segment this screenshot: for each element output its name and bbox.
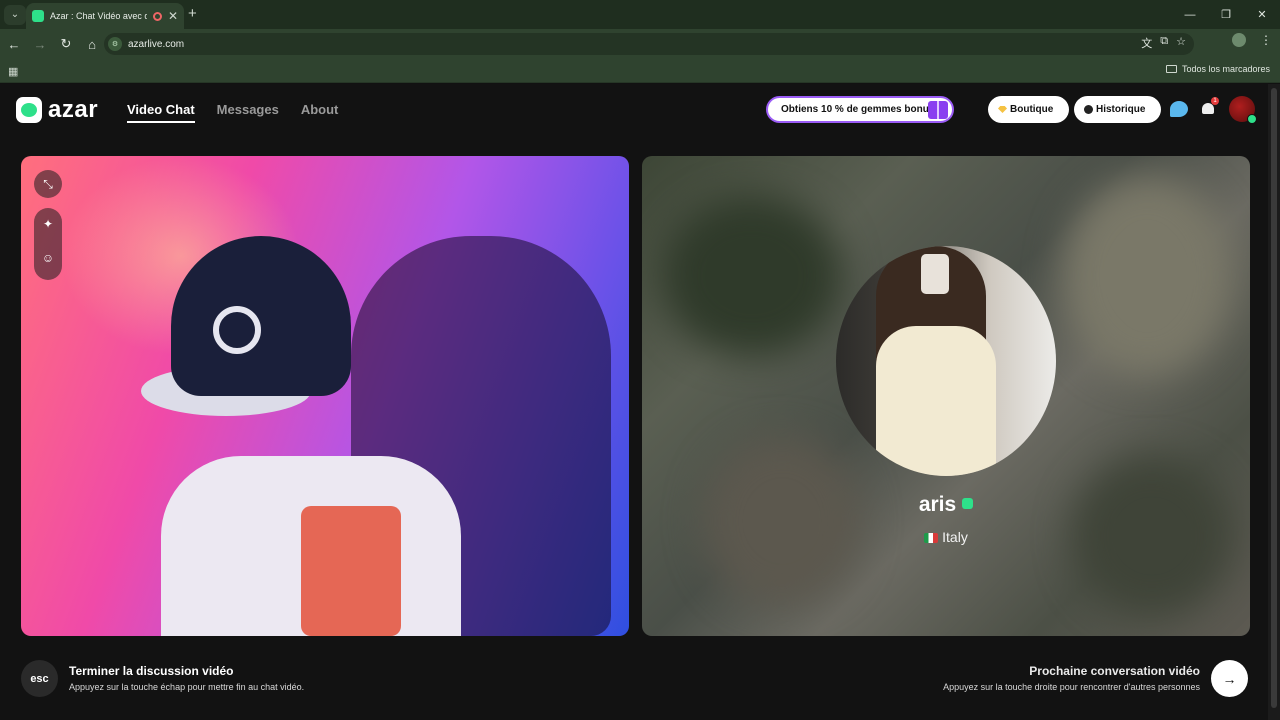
- end-chat-title: Terminer la discussion vidéo: [69, 664, 234, 678]
- azar-page: azar Video Chat Messages About Obtiens 1…: [0, 84, 1268, 720]
- browser-toolbar: ← → ↻ ⌂ ⚙ azarlive.com 文 ⧉ ☆: [0, 29, 1280, 59]
- clock-icon: [1084, 105, 1093, 114]
- menu-icon[interactable]: ⋮: [1260, 33, 1272, 47]
- forward-icon[interactable]: →: [28, 32, 52, 56]
- folder-icon: [1165, 65, 1177, 73]
- home-icon[interactable]: ⌂: [80, 32, 104, 56]
- end-chat-button[interactable]: esc: [21, 660, 58, 697]
- bonus-gems-label: Obtiens 10 % de gemmes bonus !: [781, 104, 941, 115]
- tab-title: Azar : Chat Vidéo avec de n: [50, 11, 147, 21]
- effects-group: ✦ ☺: [34, 208, 62, 280]
- close-tab-icon[interactable]: ✕: [168, 9, 178, 23]
- sticker-icon[interactable]: ☺: [34, 244, 62, 272]
- profile-icon[interactable]: [1232, 33, 1246, 47]
- notification-badge: 1: [1211, 97, 1219, 105]
- peer-name-text: aris: [918, 493, 957, 516]
- bookmark-star-icon[interactable]: ☆: [1176, 35, 1186, 51]
- historique-button[interactable]: Historique: [1074, 96, 1161, 123]
- all-bookmarks-label: Todos los marcadores: [1181, 64, 1270, 74]
- bell-icon[interactable]: 1: [1201, 97, 1219, 117]
- restore-window-button[interactable]: ❐: [1208, 0, 1244, 29]
- page-scrollbar[interactable]: [1268, 84, 1280, 720]
- azar-logo-icon: [16, 97, 42, 123]
- new-tab-icon[interactable]: +: [188, 5, 197, 22]
- url-text: azarlive.com: [128, 38, 185, 50]
- my-camera-feed: [141, 236, 461, 636]
- address-bar[interactable]: ⚙ azarlive.com 文 ⧉ ☆: [104, 33, 1194, 55]
- nav-about[interactable]: About: [301, 102, 339, 123]
- gift-icon: [928, 101, 948, 119]
- next-chat-title: Prochaine conversation vidéo: [1029, 664, 1200, 678]
- back-icon[interactable]: ←: [2, 32, 26, 56]
- next-arrow-icon: →: [1222, 670, 1237, 687]
- peer-name: aris: [642, 493, 1250, 517]
- bonus-gems-button[interactable]: Obtiens 10 % de gemmes bonus !: [766, 96, 954, 123]
- boutique-button[interactable]: Boutique: [988, 96, 1069, 123]
- tab-list-icon[interactable]: ⌄: [4, 4, 26, 25]
- peer-video-panel: aris Italy: [642, 156, 1250, 636]
- minimize-window-button[interactable]: —: [1172, 0, 1208, 29]
- azar-favicon-icon: [32, 10, 44, 22]
- site-info-icon[interactable]: ⚙: [108, 37, 122, 51]
- logo-text: azar: [48, 96, 99, 123]
- next-chat-button[interactable]: →: [1211, 660, 1248, 697]
- video-tools: ⤡ ✦ ☺: [34, 170, 62, 280]
- chat-icon[interactable]: [1170, 101, 1188, 117]
- azar-logo[interactable]: azar: [16, 96, 98, 124]
- toolbar-right: ⋮: [1232, 33, 1272, 47]
- nav-video-chat[interactable]: Video Chat: [127, 102, 195, 123]
- main-nav: Video Chat Messages About: [127, 102, 338, 123]
- flag-italy-icon: [924, 533, 939, 543]
- site-header: azar Video Chat Messages About Obtiens 1…: [0, 84, 1268, 136]
- next-chat-hint: Appuyez sur la touche droite pour rencon…: [943, 682, 1200, 692]
- boutique-label: Boutique: [1010, 104, 1054, 115]
- browser-tab-bar: ⌄ Azar : Chat Vidéo avec de n ✕ + — ❐ ✕: [0, 0, 1280, 29]
- browser-tab[interactable]: Azar : Chat Vidéo avec de n ✕: [26, 3, 184, 29]
- end-chat-hint: Appuyez sur la touche échap pour mettre …: [69, 682, 305, 692]
- recording-icon: [152, 11, 162, 21]
- peer-profile-photo: [836, 246, 1056, 476]
- my-video-panel: ⤡ ✦ ☺: [21, 156, 629, 636]
- address-bar-actions: 文 ⧉ ☆: [1141, 35, 1186, 51]
- minimize-video-icon[interactable]: ⤡: [34, 170, 62, 198]
- install-icon[interactable]: ⧉: [1160, 35, 1168, 51]
- magic-wand-icon[interactable]: ✦: [34, 210, 62, 238]
- all-bookmarks-button[interactable]: Todos los marcadores: [1165, 64, 1270, 74]
- verified-icon: [962, 498, 974, 509]
- peer-country: Italy: [642, 529, 1250, 545]
- user-avatar[interactable]: [1229, 96, 1257, 124]
- gem-icon: [998, 106, 1007, 113]
- peer-country-text: Italy: [942, 529, 968, 545]
- translate-icon[interactable]: 文: [1141, 35, 1152, 51]
- historique-label: Historique: [1096, 104, 1146, 115]
- nav-messages[interactable]: Messages: [217, 102, 279, 123]
- online-status-badge: [1247, 114, 1257, 124]
- reload-icon[interactable]: ↻: [54, 32, 78, 56]
- apps-icon[interactable]: ▦: [8, 65, 18, 78]
- window-controls: — ❐ ✕: [1172, 0, 1280, 29]
- close-window-button[interactable]: ✕: [1244, 0, 1280, 29]
- bookmarks-bar: ▦ Todos los marcadores: [0, 59, 1280, 83]
